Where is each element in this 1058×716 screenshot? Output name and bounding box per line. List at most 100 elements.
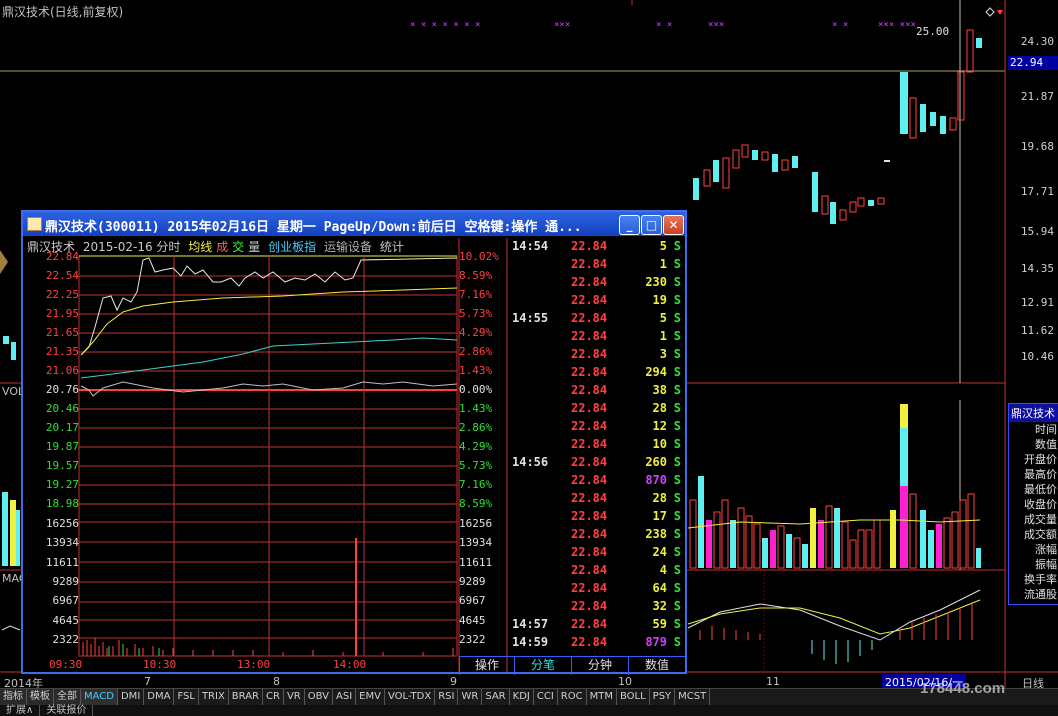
intraday-volume-label: 16256 [45,517,79,530]
tick-volume: 10 [652,437,667,451]
intraday-time-label: 09:30 [49,658,83,671]
indicator-tab[interactable]: DMA [144,689,175,705]
intraday-time-label: 13:00 [237,658,271,671]
price-axis-label: 14.35 [1020,262,1054,275]
price-axis-label: 21.87 [1020,90,1054,103]
indicator-tab[interactable]: MCST [675,689,711,705]
tick-price: 22.84 [571,635,608,649]
tick-price: 22.84 [571,617,608,631]
tick-price: 22.84 [571,275,608,289]
indicator-tab[interactable]: VR [284,689,305,705]
tab-expand[interactable]: 扩展∧ [0,705,41,716]
tick-price: 22.84 [571,509,608,523]
indicator-tab[interactable]: WR [458,689,483,705]
info-row-label: 换手率 [1024,573,1057,586]
svg-text:××× ×××: ××× ××× [878,20,916,30]
indicator-tab[interactable]: SAR [482,689,510,705]
tick-volume: 294 [645,365,667,379]
indicator-tab[interactable]: CR [263,689,284,705]
indicator-tab[interactable]: TRIX [199,689,229,705]
price-axis-label: 12.91 [1020,296,1054,309]
info-row-label: 流通股 [1024,588,1057,601]
svg-text:×××: ××× [554,20,570,30]
intraday-volume-label: 11611 [45,555,79,569]
intraday-percent-label: 7.16% [459,288,493,301]
triangle-marker [997,10,1003,15]
diamond-marker [985,7,995,17]
intraday-volume-label: 2322 [52,632,80,646]
tick-time: 14:59 [512,635,549,649]
indicator-tab[interactable]: 模板 [27,689,54,705]
intraday-volume-label: 11611 [459,555,493,569]
svg-text:× × × × × × ×: × × × × × × × [410,20,480,30]
tick-row: 22.84 38 S [509,383,685,401]
intraday-price-label: 19.27 [45,478,79,491]
indicator-tab[interactable]: 指标 [0,689,27,705]
indicator-tab[interactable]: BRAR [229,689,263,705]
tick-side: S [673,599,681,613]
tick-row: 22.84 3 S [509,347,685,365]
tick-side: S [673,401,681,415]
indicator-tab[interactable]: PSY [650,689,676,705]
tab-ticks[interactable]: 分笔 [514,657,571,675]
tick-price: 22.84 [571,347,608,361]
tick-side: S [673,563,681,577]
tick-list[interactable]: 14:54 22.84 5 S 22.84 1 S 22.84 230 S 22.84 19 S 14:5… [509,238,685,654]
indicator-tab[interactable]: ROC [558,689,587,705]
tick-side: S [673,617,681,631]
indicator-tab[interactable]: FSL [174,689,199,705]
intraday-price-label: 20.46 [45,402,79,415]
price-axis-label: 17.71 [1020,185,1054,198]
intraday-price-label: 21.65 [45,326,79,339]
svg-text:×××: ××× [708,20,724,30]
indicator-tab[interactable]: MACD [81,689,118,705]
tab-related-quotes[interactable]: 关联报价 [40,705,94,716]
date-mark: 10 [618,675,632,688]
indicator-tab[interactable]: BOLL [617,689,650,705]
intraday-price-label: 19.87 [45,440,79,453]
tick-side: S [673,383,681,397]
indicator-tab[interactable]: CCI [534,689,558,705]
tick-time: 14:54 [512,239,549,253]
indicator-tab[interactable]: 全部 [54,689,81,705]
indicator-tab[interactable]: KDJ [510,689,534,705]
popup-tabs[interactable]: 操作 分笔 分钟 数值 [459,656,685,675]
info-row-label: 数值 [1035,438,1057,451]
indicator-tab[interactable]: OBV [305,689,333,705]
tab-operate[interactable]: 操作 [459,657,514,675]
intraday-percent-label: 2.86% [459,421,493,434]
indicator-tab[interactable]: MTM [587,689,617,705]
tick-side: S [673,419,681,433]
tick-time: 14:56 [512,455,549,469]
indicator-tab-bar: 指标 模板 全部 MACD DMI DMA FSL TRIX BRAR CR VR OBV ASI EMV… [0,688,1058,705]
tick-row: 22.84 294 S [509,365,685,383]
price-axis-label: 15.94 [1020,225,1054,238]
tick-row: 22.84 17 S [509,509,685,527]
indicator-tab[interactable]: VOL-TDX [385,689,436,705]
chart-title: 鼎汉技术(日线,前复权) [2,5,124,19]
tick-price: 22.84 [571,455,608,469]
tick-price: 22.84 [571,329,608,343]
info-row-label: 时间 [1035,423,1057,436]
intraday-popup-window[interactable]: 鼎汉技术(300011) 2015年02月16日 星期一 PageUp/Down… [21,210,687,675]
tick-side: S [673,275,681,289]
tick-price: 22.84 [571,293,608,307]
tick-side: S [673,347,681,361]
indicator-tab[interactable]: EMV [356,689,385,705]
tick-price: 22.84 [571,545,608,559]
signal-markers: × × × × × × × ××× × × ××× × × ××× ××× [410,20,916,30]
indicator-tab[interactable]: DMI [118,689,145,705]
intraday-percent-label: 7.16% [459,478,493,491]
tick-volume: 17 [652,509,667,523]
tab-values[interactable]: 数值 [628,657,685,675]
tick-row: 22.84 4 S [509,563,685,581]
indicator-tab[interactable]: RSI [435,689,459,705]
tick-side: S [673,239,681,253]
info-panel: 鼎汉技术 时间 数值 开盘价 最高价 最低价 收盘价 成交量 成交额 涨幅 振幅 换手率 流通股 [1008,403,1058,605]
indicator-tab[interactable]: ASI [333,689,357,705]
intraday-volume-label: 13934 [459,536,493,550]
intraday-volume-label: 9289 [459,574,486,588]
tab-minutes[interactable]: 分钟 [571,657,628,675]
peak-price-label: 25.00 [916,25,950,38]
tick-volume: 32 [652,599,667,613]
